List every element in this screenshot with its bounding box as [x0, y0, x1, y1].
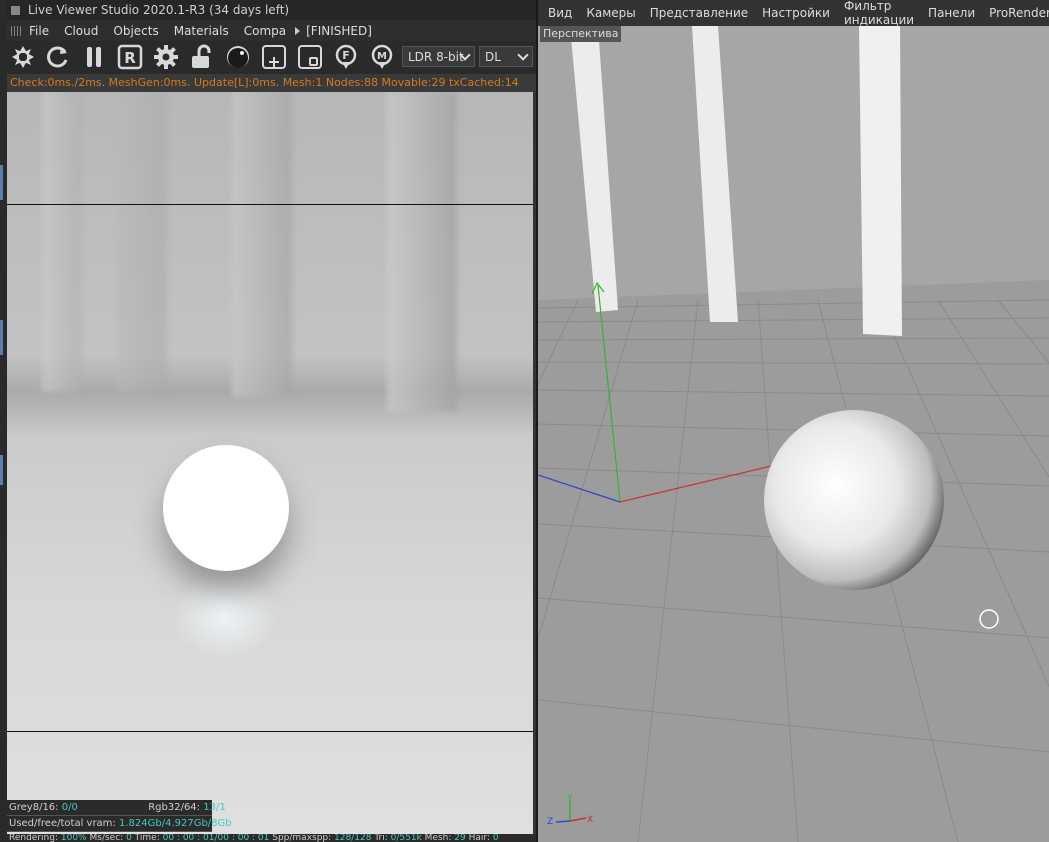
mesh-value: 29 [454, 834, 466, 842]
render-status-line: Check:0ms./2ms. MeshGen:0ms. Update[L]:0… [7, 74, 536, 92]
time-value: 00 : 00 : 01/00 : 00 : 01 [162, 834, 270, 842]
pillar [859, 26, 902, 336]
region-render-letter: R [124, 49, 136, 67]
vram-label: Used/free/total vram: [9, 818, 116, 829]
time-label: Time: [134, 834, 160, 842]
dock-edge [0, 0, 7, 842]
camera-label[interactable]: Перспектива [540, 26, 622, 42]
menu-cameras[interactable]: Камеры [586, 6, 635, 20]
pause-icon[interactable] [81, 44, 107, 70]
menu-grip-icon[interactable] [11, 25, 23, 36]
grey-value: 0/0 [61, 802, 78, 813]
menu-cloud[interactable]: Cloud [64, 24, 98, 38]
material-ball-icon[interactable] [225, 44, 251, 70]
texture-stats-row: Grey8/16: 0/0 Rgb32/64: 13/1 [7, 800, 226, 816]
render-finished-status: [FINISHED] [306, 23, 372, 38]
menu-display[interactable]: Представление [650, 6, 748, 20]
live-viewer-toolbar: R F M LDR 8-bit DL [7, 41, 536, 74]
rendered-pillar [42, 92, 82, 392]
render-progress-bar: Rendering: 100% Ms/sec: 0 Time: 00 : 00 … [7, 834, 540, 842]
rendered-pillar [117, 92, 167, 392]
settings-gear-icon[interactable] [153, 44, 179, 70]
menu-panels[interactable]: Панели [928, 6, 975, 20]
perspective-viewport[interactable]: Y Z X Вид Камеры Представление Настройки… [538, 0, 1049, 842]
menu-filter[interactable]: Фильтр индикации [844, 0, 914, 27]
rendered-sphere [163, 445, 289, 571]
viewport-sphere[interactable] [764, 410, 944, 590]
menu-overflow-arrow-icon[interactable] [295, 26, 301, 35]
background-wall [538, 0, 1049, 300]
subtract-icon[interactable] [297, 44, 323, 70]
dock-tab-marker[interactable] [0, 320, 3, 355]
spp-label: Spp/maxspp: [272, 834, 332, 842]
mesh-label: Mesh: [424, 834, 452, 842]
menu-prorender[interactable]: ProRender [989, 6, 1049, 20]
mssec-value: 0 [126, 834, 132, 842]
live-viewer-menubar: File Cloud Objects Materials Compa [FINI… [7, 20, 536, 41]
tonemap-select-value: LDR 8-bit [408, 49, 464, 64]
memory-stats-panel: Grey8/16: 0/0 Rgb32/64: 13/1 Used/free/t… [7, 800, 232, 832]
region-guide-line [7, 731, 533, 732]
menu-file[interactable]: File [29, 24, 49, 38]
lock-open-icon[interactable] [189, 44, 215, 70]
tri-label: Tri: [374, 834, 388, 842]
gizmo-z-label: Z [547, 817, 553, 827]
menu-objects[interactable]: Objects [113, 24, 158, 38]
region-guide-line [7, 204, 533, 205]
rendering-value: 100% [60, 834, 87, 842]
gizmo-y-label: Y [566, 794, 573, 804]
live-viewer-panel: Live Viewer Studio 2020.1-R3 (34 days le… [0, 0, 540, 842]
dock-tab-marker[interactable] [0, 455, 3, 485]
kernel-select[interactable]: DL [479, 46, 533, 67]
window-icon [11, 5, 20, 15]
hair-value: 0 [492, 834, 499, 842]
rgb-label: Rgb32/64: [148, 802, 201, 813]
aperture-icon[interactable] [10, 44, 36, 70]
menu-options[interactable]: Настройки [762, 6, 830, 20]
spp-value: 128/128 [334, 834, 372, 842]
gizmo-x-label: X [587, 815, 593, 825]
chevron-down-icon [517, 49, 529, 61]
hair-label: Hair: [468, 834, 490, 842]
focus-pin-icon[interactable]: F [333, 44, 359, 70]
refresh-icon[interactable] [45, 44, 71, 70]
window-title: Live Viewer Studio 2020.1-R3 (34 days le… [28, 3, 290, 17]
vram-value: 1.824Gb/4.927Gb/8Gb [118, 818, 232, 829]
vram-stats-row: Used/free/total vram: 1.824Gb/4.927Gb/8G… [7, 816, 232, 832]
tri-value: 0/551k [390, 834, 422, 842]
tonemap-select[interactable]: LDR 8-bit [402, 46, 475, 67]
rendered-pillar [232, 92, 292, 397]
menu-compa[interactable]: Compa [244, 24, 286, 38]
menu-materials[interactable]: Materials [174, 24, 229, 38]
kernel-select-value: DL [485, 49, 501, 64]
rgb-value: 13/1 [203, 802, 226, 813]
mssec-label: Ms/sec: [89, 834, 124, 842]
region-render-icon[interactable]: R [117, 44, 143, 70]
grey-label: Grey8/16: [9, 802, 59, 813]
rendered-pillar [387, 92, 457, 412]
render-view[interactable] [7, 92, 533, 842]
viewport-menubar: Вид Камеры Представление Настройки Фильт… [538, 0, 1049, 27]
sphere-reflection [172, 570, 277, 660]
rendering-label: Rendering: [9, 834, 58, 842]
dock-tab-marker[interactable] [0, 165, 3, 200]
focus-pin-letter: F [342, 49, 350, 62]
live-viewer-titlebar: Live Viewer Studio 2020.1-R3 (34 days le… [7, 0, 536, 20]
material-pin-icon[interactable]: M [369, 44, 395, 70]
menu-view[interactable]: Вид [548, 6, 572, 20]
viewport-scene: Y Z X [538, 0, 1049, 842]
material-pin-letter: M [377, 51, 387, 62]
add-icon[interactable] [261, 44, 287, 70]
